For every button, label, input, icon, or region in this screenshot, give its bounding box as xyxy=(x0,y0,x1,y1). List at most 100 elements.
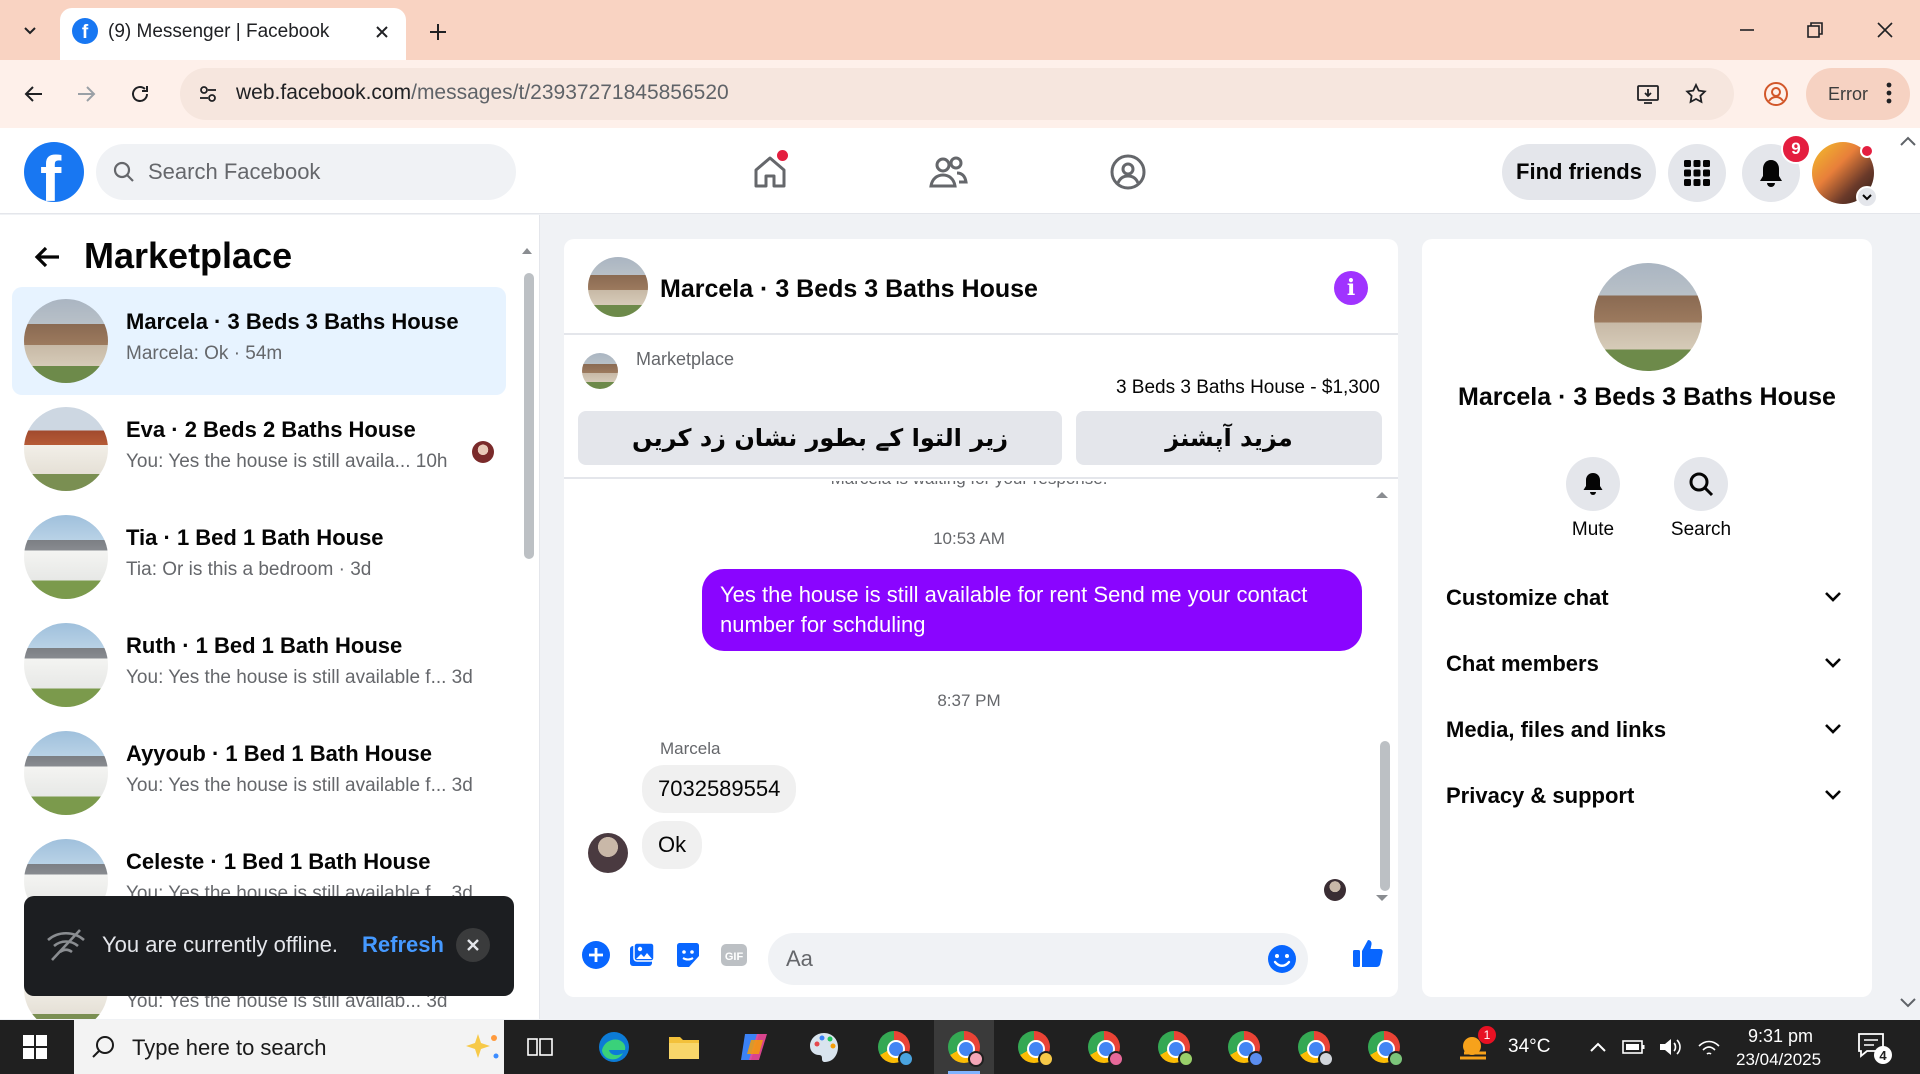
new-tab-button[interactable] xyxy=(420,14,456,50)
taskbar-chrome-profile-7[interactable] xyxy=(1284,1020,1344,1074)
mute-button[interactable] xyxy=(1566,457,1620,511)
conversation-info-button[interactable]: i xyxy=(1334,271,1368,305)
taskbar-file-explorer[interactable] xyxy=(654,1020,714,1074)
taskbar-chrome-profile-6[interactable] xyxy=(1214,1020,1274,1074)
more-options-button[interactable]: مزید آپشنز xyxy=(1076,411,1382,465)
sparkle-icon xyxy=(466,1034,499,1059)
panel-title: Marketplace xyxy=(84,235,293,276)
section-privacy-support[interactable]: Privacy & support xyxy=(1446,769,1848,823)
scroll-down-icon xyxy=(1376,895,1388,901)
listing-price: 3 Beds 3 Baths House - $1,300 xyxy=(1115,377,1380,398)
close-window-button[interactable] xyxy=(1862,10,1908,50)
chat-title[interactable]: Marcela · 3 Beds 3 Baths House xyxy=(660,275,1038,304)
nav-friends[interactable] xyxy=(922,146,974,198)
forward-button[interactable] xyxy=(66,74,106,114)
chrome-icon xyxy=(878,1031,914,1067)
temperature[interactable]: 34°C xyxy=(1508,1036,1550,1058)
details-avatar[interactable] xyxy=(1594,263,1702,371)
attach-photo-button[interactable] xyxy=(624,937,660,973)
install-app-button[interactable] xyxy=(1632,78,1664,110)
incoming-message[interactable]: Ok xyxy=(642,821,703,869)
task-view-button[interactable] xyxy=(510,1020,570,1074)
reload-button[interactable] xyxy=(120,74,160,114)
taskbar-chrome-profile-2[interactable] xyxy=(934,1020,994,1074)
clock-date[interactable]: 23/04/2025 xyxy=(1736,1050,1821,1070)
profile-error-button[interactable]: Error xyxy=(1806,68,1910,120)
conversation-scrollbar[interactable] xyxy=(520,243,534,1019)
chrome-icon xyxy=(1088,1031,1124,1067)
edge-icon xyxy=(599,1032,629,1062)
taskbar-chrome-profile-5[interactable] xyxy=(1144,1020,1204,1074)
url-path: /messages/t/23937271845856520 xyxy=(411,81,729,104)
chrome-profile-button[interactable] xyxy=(1756,74,1796,114)
tab-close-button[interactable] xyxy=(370,20,394,44)
facebook-search[interactable] xyxy=(96,144,516,200)
refresh-link[interactable]: Refresh xyxy=(362,932,444,958)
facebook-logo-icon[interactable]: f xyxy=(24,142,84,202)
chat-avatar[interactable] xyxy=(588,257,648,317)
message-scrollbar[interactable] xyxy=(1374,487,1392,911)
action-center-button[interactable]: 4 xyxy=(1856,1030,1892,1064)
conversation-item[interactable]: Eva · 2 Beds 2 Baths House You: Yes the h… xyxy=(12,395,506,503)
details-name: Marcela · 3 Beds 3 Baths House xyxy=(1458,383,1836,411)
search-action[interactable]: Search xyxy=(1656,457,1746,541)
nav-home[interactable] xyxy=(744,146,796,198)
taskbar-chrome-profile-4[interactable] xyxy=(1074,1020,1134,1074)
message-input[interactable] xyxy=(786,933,1256,985)
conversation-snippet: You: Yes the house is still available f.… xyxy=(126,775,473,796)
bookmark-button[interactable] xyxy=(1680,78,1712,110)
more-actions-button[interactable] xyxy=(578,937,614,973)
conversation-item[interactable]: Tia · 1 Bed 1 Bath House Tia: Or is this … xyxy=(12,503,506,611)
gif-button[interactable]: GIF xyxy=(716,937,752,973)
account-unread-dot xyxy=(1860,144,1874,158)
find-friends-button[interactable]: Find friends xyxy=(1502,144,1656,200)
outgoing-message[interactable]: Yes the house is still available for ren… xyxy=(702,569,1362,651)
message-input-box[interactable] xyxy=(768,933,1308,985)
listing-thumbnail[interactable] xyxy=(582,353,618,389)
conversation-item[interactable]: Ruth · 1 Bed 1 Bath House You: Yes the ho… xyxy=(12,611,506,719)
taskbar-chrome-profile-8[interactable] xyxy=(1354,1020,1414,1074)
conversation-scroll-thumb[interactable] xyxy=(524,273,534,559)
incoming-message[interactable]: 7032589554 xyxy=(642,765,797,813)
nav-groups[interactable] xyxy=(1102,146,1154,198)
seen-avatar xyxy=(472,441,494,463)
taskbar-chrome-profile-1[interactable] xyxy=(864,1020,924,1074)
taskbar-edge[interactable] xyxy=(584,1020,644,1074)
minimize-window-button[interactable] xyxy=(1724,10,1770,50)
conversation-item[interactable]: Marcela · 3 Beds 3 Baths House Marcela: O… xyxy=(12,287,506,395)
send-like-button[interactable] xyxy=(1348,933,1388,973)
dismiss-toast-button[interactable] xyxy=(456,928,490,962)
conversation-item[interactable]: Ayyoub · 1 Bed 1 Bath House You: Yes the … xyxy=(12,719,506,827)
chrome-icon xyxy=(1298,1031,1334,1067)
taskbar-paint[interactable] xyxy=(794,1020,854,1074)
page-scrollbar[interactable] xyxy=(1896,130,1920,1018)
section-customize-chat[interactable]: Customize chat xyxy=(1446,571,1848,625)
sticker-button[interactable] xyxy=(670,937,706,973)
taskbar-copilot[interactable] xyxy=(724,1020,784,1074)
facebook-search-input[interactable] xyxy=(148,144,498,200)
tab-search-button[interactable] xyxy=(14,14,46,46)
taskbar-search[interactable]: Type here to search xyxy=(74,1020,504,1074)
restore-window-button[interactable] xyxy=(1792,10,1838,50)
chat-window: Marcela · 3 Beds 3 Baths House i Marketp… xyxy=(564,239,1398,997)
start-button[interactable] xyxy=(0,1020,70,1074)
mark-pending-button[interactable]: زیر التوا کے بطور نشان زد کریں xyxy=(578,411,1062,465)
account-avatar[interactable] xyxy=(1812,142,1878,208)
clock-time[interactable]: 9:31 pm xyxy=(1748,1026,1813,1047)
message-scroll-thumb[interactable] xyxy=(1380,741,1390,891)
minimize-icon xyxy=(1740,29,1754,31)
back-button[interactable] xyxy=(14,74,54,114)
section-media-files-links[interactable]: Media, files and links xyxy=(1446,703,1848,757)
search-in-conversation-button[interactable] xyxy=(1674,457,1728,511)
sender-avatar[interactable] xyxy=(588,833,628,873)
mute-action[interactable]: Mute xyxy=(1548,457,1638,541)
browser-tab-messenger[interactable]: f (9) Messenger | Facebook xyxy=(60,8,406,60)
section-chat-members[interactable]: Chat members xyxy=(1446,637,1848,691)
back-arrow-button[interactable] xyxy=(28,237,68,277)
menu-button[interactable] xyxy=(1668,144,1726,202)
address-bar[interactable]: web.facebook.com/messages/t/239372718458… xyxy=(180,68,1734,120)
plus-icon xyxy=(430,24,446,40)
taskbar-chrome-profile-3[interactable] xyxy=(1004,1020,1064,1074)
site-info-button[interactable] xyxy=(190,76,226,112)
windows-taskbar: Type here to search 1 34°C 9:31 pm 23/04… xyxy=(0,1020,1920,1074)
